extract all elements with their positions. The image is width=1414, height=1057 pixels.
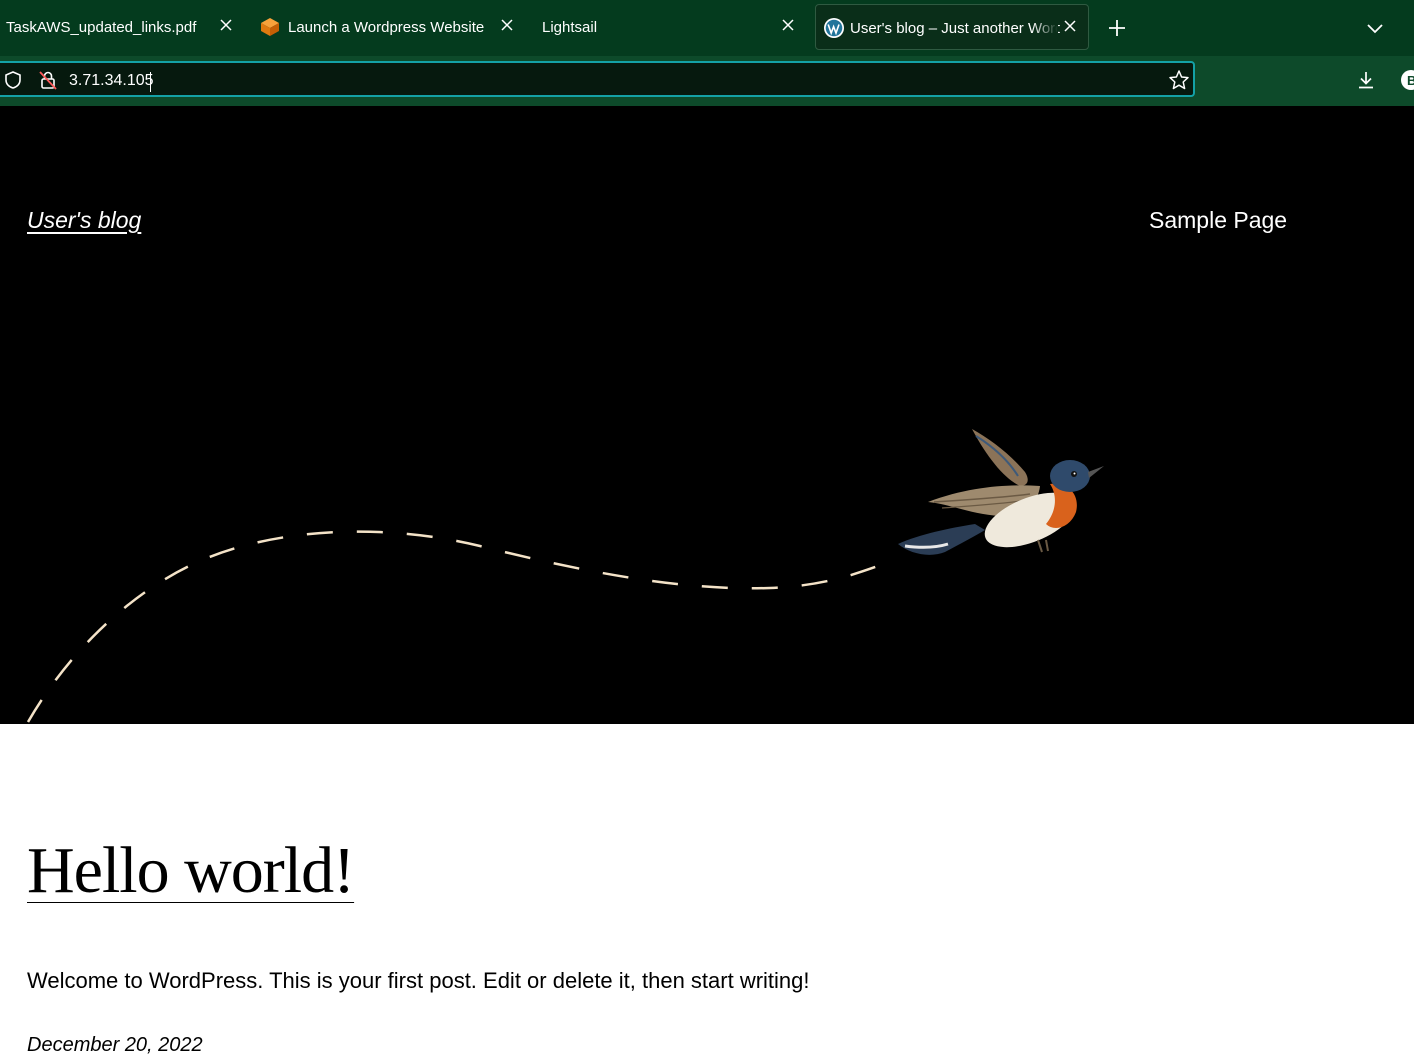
flight-path-illustration [26,530,879,723]
close-icon[interactable] [216,15,236,35]
tab-users-blog[interactable]: User's blog – Just another WordPress sit… [815,4,1089,50]
svg-text:B: B [1407,73,1414,88]
tab-lightsail[interactable]: Lightsail [530,4,810,50]
tab-label: TaskAWS_updated_links.pdf [6,19,197,36]
tab-label: User's blog – Just another WordPress sit… [850,20,1060,37]
insecure-lock-icon[interactable] [37,69,59,91]
tab-strip: TaskAWS_updated_links.pdf Launch a Wordp… [0,0,1414,56]
close-icon[interactable] [497,15,517,35]
tab-launch-wordpress[interactable]: Launch a Wordpress Website [250,4,530,50]
star-icon[interactable] [1168,69,1190,91]
url-text[interactable]: 3.71.34.105 [69,72,154,90]
close-icon[interactable] [1060,16,1080,36]
site-header-hero: User's blog Sample Page [0,106,1414,724]
extension-icon[interactable]: B [1400,69,1414,91]
chevron-down-icon[interactable] [1364,18,1386,40]
text-caret [150,72,151,92]
tab-pdf[interactable]: TaskAWS_updated_links.pdf [0,4,250,50]
shield-icon[interactable] [3,70,23,90]
aws-cube-icon [261,18,279,36]
post-date[interactable]: December 20, 2022 [27,1034,203,1057]
post-excerpt: Welcome to WordPress. This is your first… [27,968,810,993]
tab-label: Lightsail [542,19,598,36]
post-title-link[interactable]: Hello world! [27,833,355,909]
bird-illustration [898,429,1104,555]
tab-label: Launch a Wordpress Website [288,19,485,36]
wordpress-icon [824,18,844,38]
download-icon[interactable] [1355,69,1377,91]
new-tab-icon[interactable] [1105,16,1129,40]
close-icon[interactable] [778,15,798,35]
navigation-toolbar: 3.71.34.105 B [0,56,1414,106]
url-bar[interactable]: 3.71.34.105 [0,61,1195,97]
tab-title-fade [1032,5,1058,49]
